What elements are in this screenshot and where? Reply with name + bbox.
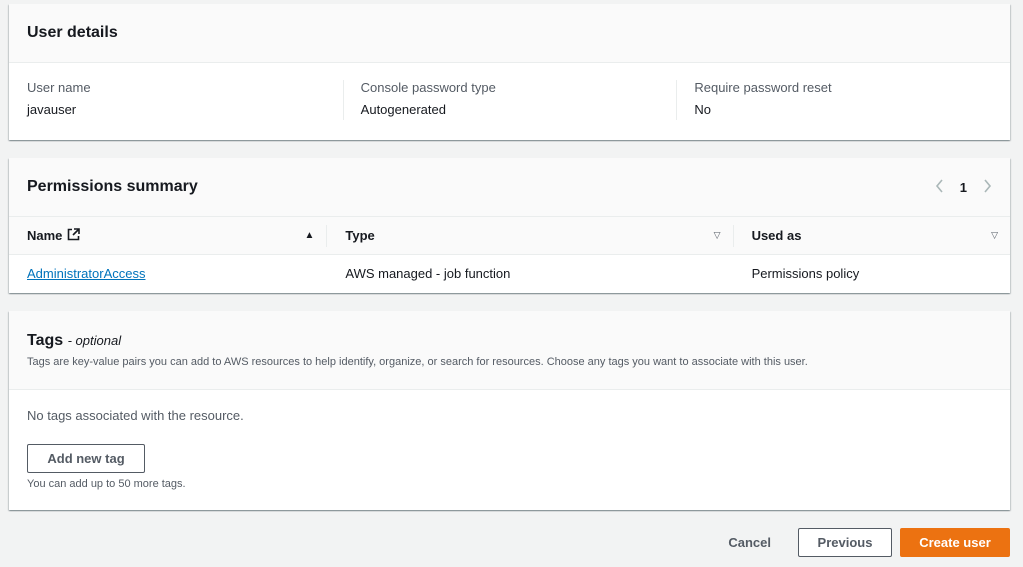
user-name-value: javauser [27, 102, 77, 117]
user-details-panel: User details User name javauser Console … [9, 4, 1010, 140]
sort-ascending-icon[interactable]: ▲ [304, 230, 314, 241]
table-row: AdministratorAccess AWS managed - job fu… [9, 255, 1010, 291]
column-header-used-as-label: Used as [751, 228, 802, 243]
user-name-field: User name javauser [9, 80, 343, 117]
tags-limit-hint: You can add up to 50 more tags. [27, 478, 186, 490]
current-page-number[interactable]: 1 [960, 180, 967, 195]
policy-used-as-cell: Permissions policy [751, 265, 860, 281]
tags-optional-label: - optional [67, 333, 122, 348]
require-password-reset-label: Require password reset [694, 80, 832, 95]
previous-button[interactable]: Previous [798, 528, 892, 557]
user-name-label: User name [27, 80, 91, 95]
console-password-type-field: Console password type Autogenerated [342, 80, 677, 120]
permissions-summary-panel: Permissions summary 1 Name ▲ Type ▽ Used… [9, 158, 1010, 293]
user-details-title: User details [27, 24, 118, 41]
chevron-right-icon[interactable] [983, 177, 992, 198]
policy-name-cell: AdministratorAccess [9, 266, 326, 281]
column-header-type[interactable]: Type ▽ [327, 217, 732, 254]
column-header-type-label: Type [345, 228, 375, 243]
cancel-button[interactable]: Cancel [728, 535, 771, 550]
sort-icon[interactable]: ▽ [714, 230, 721, 241]
column-header-name-label: Name [27, 228, 63, 243]
tags-panel: Tags - optional Tags are key-value pairs… [9, 311, 1010, 510]
user-details-header: User details [9, 4, 1010, 63]
column-header-name[interactable]: Name ▲ [9, 217, 326, 254]
require-password-reset-value: No [694, 102, 711, 117]
sort-icon[interactable]: ▽ [991, 230, 998, 241]
pagination: 1 [935, 177, 992, 198]
column-header-used-as[interactable]: Used as ▽ [734, 217, 1010, 254]
tags-title: Tags - optional [27, 332, 121, 350]
policy-type-cell: AWS managed - job function [345, 265, 511, 281]
tags-header: Tags - optional Tags are key-value pairs… [9, 311, 1010, 390]
tags-body: No tags associated with the resource. Ad… [9, 390, 1010, 490]
add-new-tag-button[interactable]: Add new tag [27, 444, 145, 473]
form-actions: Cancel Previous Create user [728, 528, 1010, 557]
permissions-table-header: Name ▲ Type ▽ Used as ▽ [9, 217, 1010, 255]
user-details-fields: User name javauser Console password type… [9, 63, 1010, 120]
permissions-title: Permissions summary [27, 178, 198, 195]
tags-title-text: Tags [27, 332, 64, 349]
tags-description: Tags are key-value pairs you can add to … [27, 356, 808, 368]
require-password-reset-field: Require password reset No [676, 80, 1010, 120]
permissions-header: Permissions summary 1 [9, 158, 1010, 217]
create-user-button[interactable]: Create user [900, 528, 1010, 557]
chevron-left-icon[interactable] [935, 177, 944, 198]
console-password-type-value: Autogenerated [360, 102, 446, 117]
console-password-type-label: Console password type [360, 80, 496, 95]
policy-name-link[interactable]: AdministratorAccess [27, 266, 145, 281]
external-link-icon [67, 227, 81, 244]
no-tags-message: No tags associated with the resource. [27, 408, 244, 423]
